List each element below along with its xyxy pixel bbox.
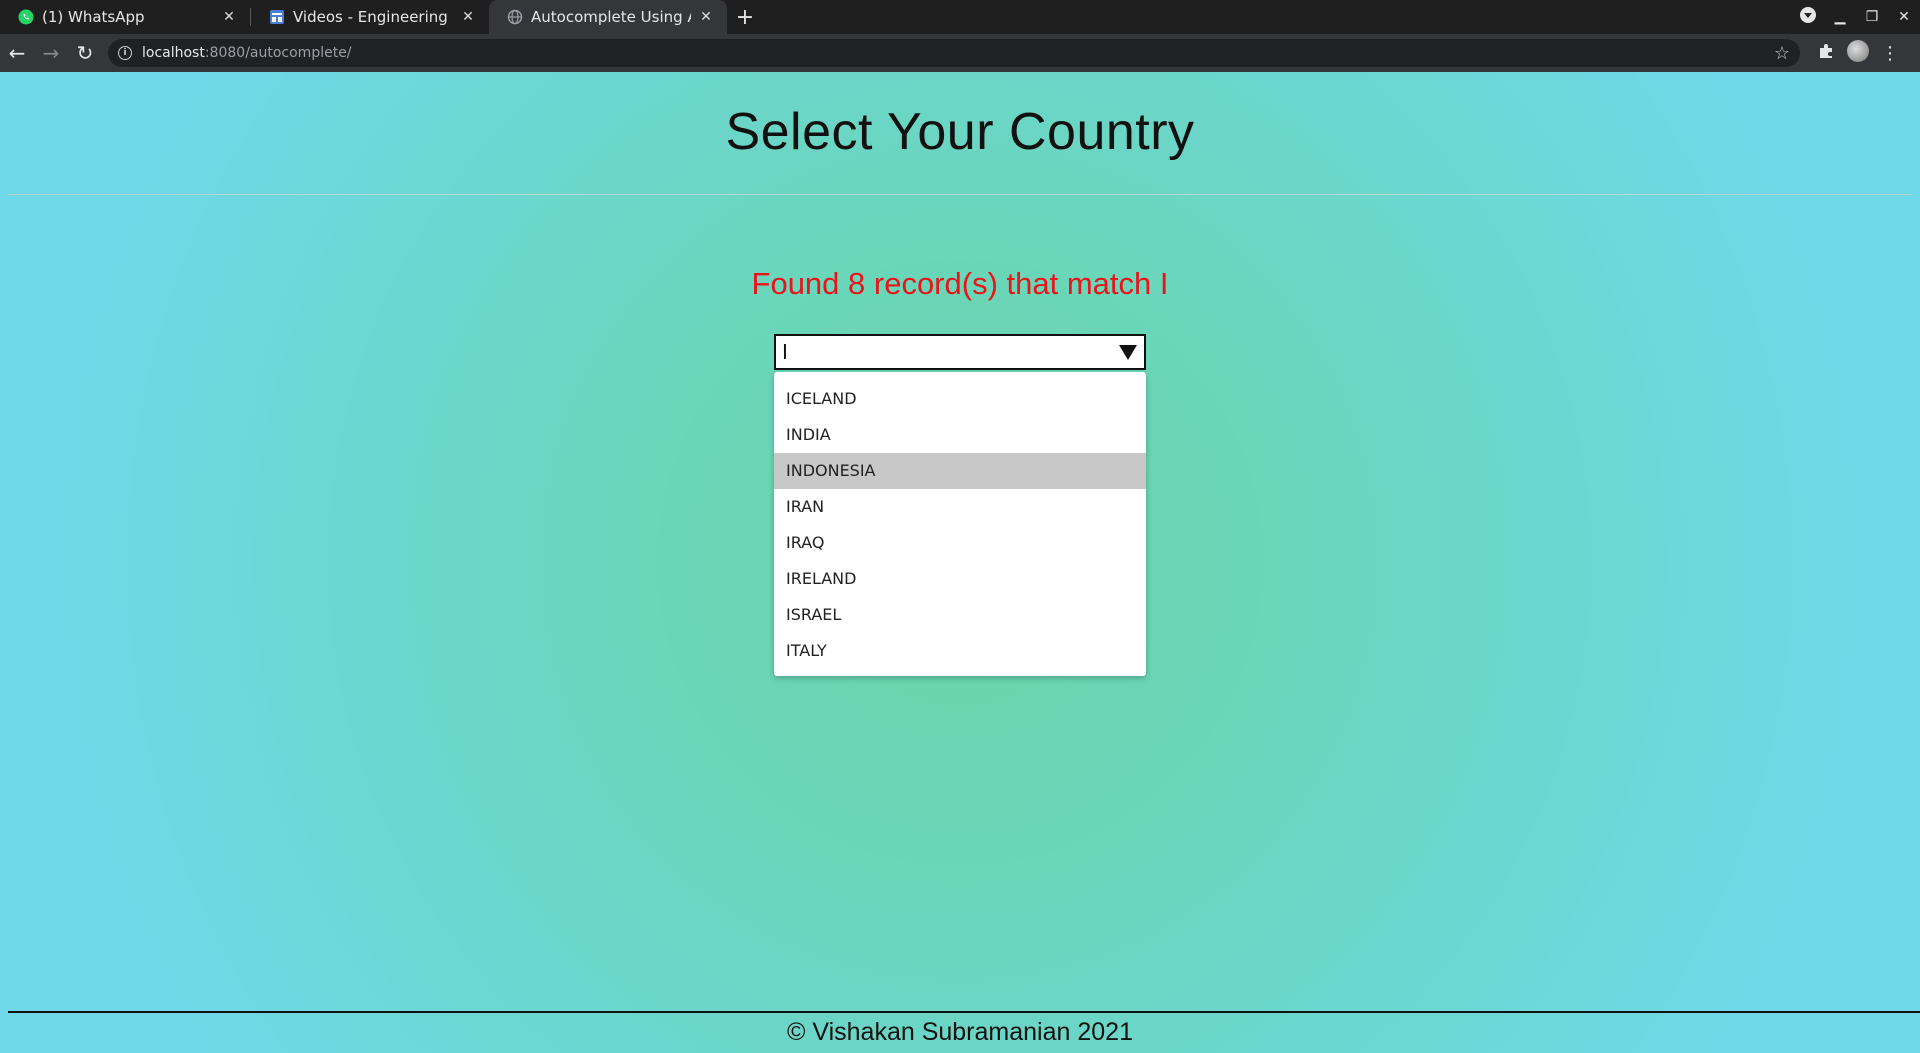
tab-strip: (1) WhatsApp ✕ Videos - Engineering Soft… — [0, 0, 1920, 34]
suggestion-item[interactable]: IRELAND — [774, 561, 1146, 597]
extensions-icon[interactable] — [1810, 42, 1842, 65]
tab-autocomplete[interactable]: Autocomplete Using AJA ✕ — [489, 0, 727, 34]
chevron-down-icon — [1800, 7, 1816, 23]
menu-icon[interactable]: ⋮ — [1874, 43, 1906, 64]
footer-text: © Vishakan Subramanian 2021 — [787, 1018, 1133, 1046]
match-status: Found 8 record(s) that match I — [751, 266, 1169, 301]
tab-whatsapp[interactable]: (1) WhatsApp ✕ — [0, 0, 250, 34]
star-icon[interactable]: ☆ — [1774, 43, 1790, 64]
arrow-right-icon: → — [42, 41, 60, 65]
arrow-left-icon: ← — [8, 41, 26, 65]
close-window-button[interactable]: ✕ — [1888, 9, 1920, 25]
tab-title: Autocomplete Using AJA — [531, 8, 691, 26]
suggestion-item[interactable]: ICELAND — [774, 381, 1146, 417]
plus-icon: + — [735, 4, 755, 30]
close-icon[interactable]: ✕ — [697, 9, 715, 25]
close-icon[interactable]: ✕ — [220, 9, 238, 25]
suggestion-item[interactable]: IRAQ — [774, 525, 1146, 561]
dropdown-toggle[interactable] — [1112, 337, 1144, 367]
forward-button[interactable]: → — [34, 36, 68, 70]
suggestions-list: ICELAND INDIA INDONESIA IRAN IRAQ IRELAN… — [774, 372, 1146, 676]
back-button[interactable]: ← — [0, 36, 34, 70]
toolbar-actions: ⋮ — [1810, 39, 1906, 67]
whatsapp-icon — [18, 9, 34, 25]
close-icon[interactable]: ✕ — [459, 9, 477, 25]
page-title: Select Your Country — [725, 103, 1195, 161]
footer-divider — [8, 1011, 1920, 1013]
url-host: localhost — [142, 45, 205, 61]
tab-search-button[interactable] — [1792, 7, 1824, 27]
globe-icon — [507, 9, 523, 25]
tab-videos[interactable]: Videos - Engineering Soft ✕ — [251, 0, 489, 34]
tab-title: (1) WhatsApp — [42, 8, 145, 26]
reload-icon: ↻ — [76, 41, 94, 65]
window-controls: ▁ ❐ ✕ — [1792, 0, 1920, 34]
browser-toolbar: ← → ↻ i localhost:8080/autocomplete/ ☆ ⋮ — [0, 34, 1920, 72]
profile-avatar[interactable] — [1842, 39, 1874, 67]
suggestion-item[interactable]: IRAN — [774, 489, 1146, 525]
country-combobox[interactable] — [774, 334, 1146, 370]
avatar-icon — [1847, 39, 1869, 62]
suggestion-item-highlighted[interactable]: INDONESIA — [774, 453, 1146, 489]
address-bar[interactable]: i localhost:8080/autocomplete/ ☆ — [108, 39, 1800, 67]
suggestion-item[interactable]: ITALY — [774, 633, 1146, 669]
divider — [8, 194, 1912, 195]
country-search-input[interactable] — [776, 337, 1112, 367]
document-icon — [269, 9, 285, 25]
suggestion-item[interactable]: ISRAEL — [774, 597, 1146, 633]
page-content: Select Your Country Found 8 record(s) th… — [0, 72, 1920, 1053]
tab-title: Videos - Engineering Soft — [293, 8, 453, 26]
new-tab-button[interactable]: + — [727, 0, 763, 34]
triangle-down-icon — [1119, 344, 1137, 360]
suggestion-item[interactable]: INDIA — [774, 417, 1146, 453]
info-icon[interactable]: i — [118, 46, 132, 60]
url-path: :8080/autocomplete/ — [204, 45, 352, 61]
minimize-button[interactable]: ▁ — [1824, 9, 1856, 25]
restore-button[interactable]: ❐ — [1856, 9, 1888, 25]
reload-button[interactable]: ↻ — [68, 36, 102, 70]
